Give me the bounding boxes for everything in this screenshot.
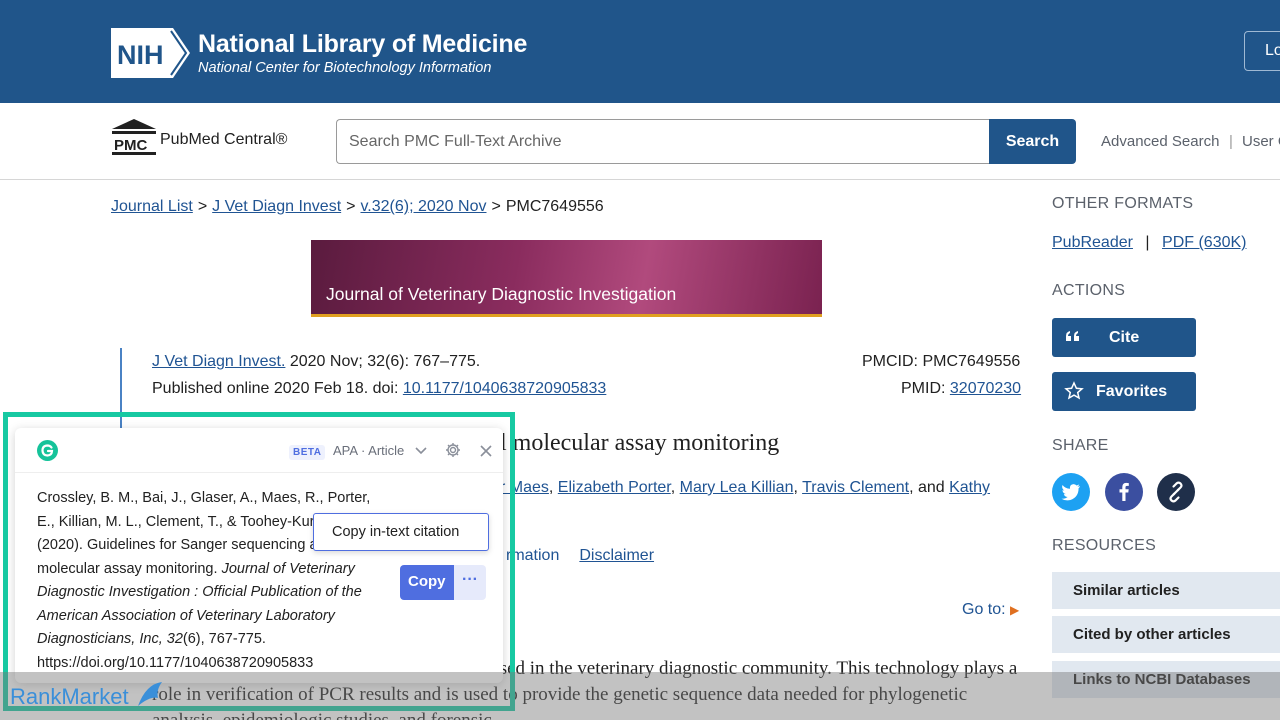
pmc-brand-name: PubMed Central®: [160, 131, 288, 148]
other-formats-heading: OTHER FORMATS: [1052, 195, 1194, 212]
journal-link[interactable]: J Vet Diagn Invest.: [152, 353, 285, 370]
breadcrumb-separator: >: [491, 198, 501, 215]
go-to-label: Go to:: [962, 601, 1006, 618]
journal-issue: 2020 Nov; 32(6): 767–775.: [285, 353, 481, 370]
breadcrumb: Journal List > J Vet Diagn Invest > v.32(6);…: [111, 198, 604, 216]
highlight-frame: [3, 412, 515, 711]
disclaimer-link[interactable]: Disclaimer: [579, 547, 654, 564]
pmc-logo-text: PMC: [114, 137, 148, 154]
breadcrumb-journal[interactable]: J Vet Diagn Invest: [212, 198, 341, 215]
nih-title[interactable]: National Library of Medicine: [198, 30, 527, 59]
published-prefix: Published online 2020 Feb 18. doi:: [152, 380, 403, 397]
link-icon: [1169, 481, 1183, 503]
pdf-link[interactable]: PDF (630K): [1162, 234, 1246, 251]
nih-subtitle: National Center for Biotechnology Inform…: [198, 60, 492, 76]
star-icon: [1064, 381, 1084, 400]
pmc-search-bar: PMC PubMed Central® Search Advanced Sear…: [0, 103, 1280, 180]
pubreader-link[interactable]: PubReader: [1052, 234, 1133, 251]
advanced-search-link[interactable]: Advanced Search: [1101, 133, 1219, 150]
share-heading: SHARE: [1052, 437, 1109, 454]
breadcrumb-separator: >: [197, 198, 208, 215]
watermark-band: [0, 672, 1280, 720]
formats-separator: |: [1145, 234, 1150, 251]
journal-banner-title: Journal of Veterinary Diagnostic Investi…: [326, 284, 677, 304]
search-input[interactable]: [336, 119, 990, 164]
user-guide-link[interactable]: User Guide: [1242, 133, 1280, 150]
go-to-arrow-icon: ▶: [1010, 603, 1020, 617]
nih-header: NIH National Library of Medicine Nationa…: [0, 0, 1280, 103]
pmc-logo[interactable]: PMC PubMed Central®: [110, 117, 300, 157]
author-link[interactable]: Mary Lea Killian: [680, 479, 794, 496]
author-link[interactable]: Kathy: [949, 479, 990, 496]
facebook-icon: [1119, 482, 1129, 501]
pmid-label: PMID:: [901, 380, 950, 397]
author-sep: ,: [670, 479, 680, 496]
journal-banner[interactable]: Journal of Veterinary Diagnostic Investi…: [311, 240, 822, 317]
watermark-text: RankMarket: [10, 684, 129, 709]
cite-button[interactable]: Cite: [1052, 318, 1196, 357]
published-online: Published online 2020 Feb 18. doi: 10.11…: [152, 380, 606, 398]
go-to-menu[interactable]: Go to: ▶: [962, 601, 1019, 619]
pmcid: PMCID: PMC7649556: [862, 353, 1021, 370]
journal-citation: J Vet Diagn Invest. 2020 Nov; 32(6): 767…: [152, 353, 480, 371]
search-button[interactable]: Search: [989, 119, 1076, 164]
nih-logo-icon[interactable]: NIH: [111, 28, 190, 78]
pmc-building-icon: PMC: [112, 119, 156, 155]
nih-logo-text: NIH: [117, 40, 164, 70]
quote-icon: [1066, 331, 1079, 341]
resource-similar-articles[interactable]: Similar articles: [1052, 572, 1280, 609]
other-formats-links: PubReader | PDF (630K): [1052, 234, 1246, 252]
actions-heading: ACTIONS: [1052, 282, 1126, 299]
pmid: PMID: 32070230: [901, 380, 1021, 398]
copy-in-text-citation-option[interactable]: Copy in-text citation: [313, 513, 489, 551]
article-info-links: rmation Disclaimer: [506, 547, 654, 565]
pmid-link[interactable]: 32070230: [950, 380, 1021, 397]
article-title: l molecular assay monitoring: [500, 430, 780, 456]
breadcrumb-issue[interactable]: v.32(6); 2020 Nov: [360, 198, 486, 215]
resource-cited-by[interactable]: Cited by other articles: [1052, 616, 1280, 653]
authors-list: r Maes, Elizabeth Porter, Mary Lea Killi…: [500, 479, 990, 497]
author-sep: , and: [909, 479, 950, 496]
rankmarket-watermark-logo: RankMarket: [10, 682, 162, 709]
favorites-label: Favorites: [1096, 383, 1168, 400]
favorites-button[interactable]: Favorites: [1052, 372, 1196, 411]
twitter-icon: [1061, 484, 1080, 501]
breadcrumb-current: PMC7649556: [505, 198, 604, 215]
permalink-share-button[interactable]: [1157, 473, 1195, 511]
facebook-share-button[interactable]: [1105, 473, 1143, 511]
doi-link[interactable]: 10.1177/1040638720905833: [403, 380, 606, 397]
login-button[interactable]: Log in: [1244, 31, 1280, 71]
author-sep: ,: [548, 479, 558, 496]
breadcrumb-separator: >: [346, 198, 356, 215]
nav-separator: |: [1229, 133, 1233, 150]
author-sep: ,: [793, 479, 803, 496]
author-link[interactable]: Elizabeth Porter: [558, 479, 671, 496]
resources-heading: RESOURCES: [1052, 537, 1157, 554]
twitter-share-button[interactable]: [1052, 473, 1090, 511]
author-link[interactable]: Travis Clement: [802, 479, 909, 496]
breadcrumb-journal-list[interactable]: Journal List: [111, 198, 193, 215]
cite-label: Cite: [1109, 329, 1140, 346]
